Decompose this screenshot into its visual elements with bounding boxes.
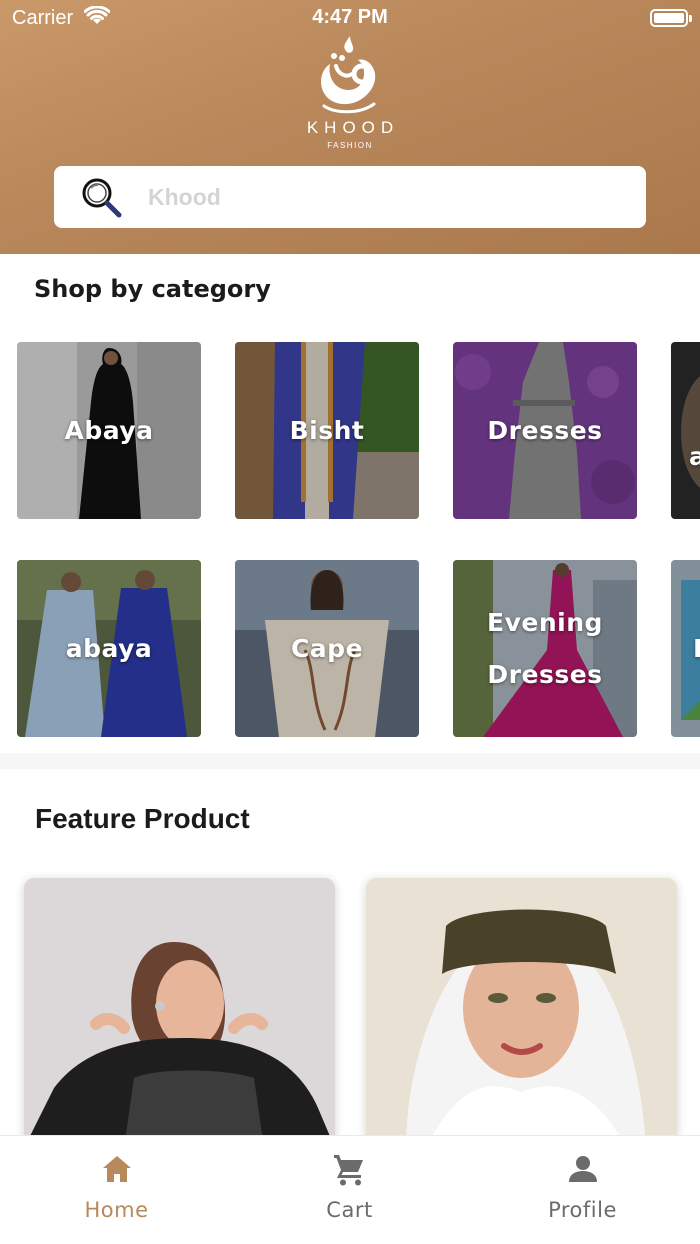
tab-label: Home <box>84 1198 149 1222</box>
product-image <box>24 878 335 1148</box>
category-label: a <box>689 442 700 471</box>
tab-label: Cart <box>326 1198 373 1222</box>
battery-icon <box>650 9 692 27</box>
category-label: Abaya <box>64 416 154 445</box>
product-card[interactable] <box>24 878 335 1148</box>
category-label: abaya <box>65 634 153 663</box>
cart-icon <box>334 1155 363 1186</box>
category-tile-dresses[interactable]: Dresses <box>453 342 637 519</box>
product-image <box>366 878 677 1148</box>
category-tile-cape[interactable]: Cape <box>235 560 419 737</box>
tab-bar: Home Cart Profile <box>0 1135 700 1244</box>
tab-profile[interactable]: Profile <box>466 1136 699 1244</box>
category-section-title: Shop by category <box>34 275 271 303</box>
search-bar[interactable] <box>54 166 646 228</box>
category-tile-bisht[interactable]: Bisht <box>235 342 419 519</box>
search-icon <box>82 178 122 218</box>
category-tile-partial-1[interactable]: a <box>671 342 700 519</box>
category-label: Cape <box>290 634 364 663</box>
section-divider <box>0 753 700 769</box>
featured-section-title: Feature Product <box>35 803 250 834</box>
brand-name: KHOOD <box>306 118 400 137</box>
category-tile-abaya-2[interactable]: abaya <box>17 560 201 737</box>
category-label: Bisht <box>289 416 365 445</box>
search-input[interactable] <box>148 178 618 216</box>
profile-icon <box>569 1156 597 1182</box>
tab-label: Profile <box>548 1198 617 1222</box>
status-bar: Carrier 4:47 PM <box>0 0 700 36</box>
product-card[interactable] <box>366 878 677 1148</box>
category-label-line-2: Dresses <box>487 660 603 689</box>
brand-tagline: FASHION <box>327 141 373 150</box>
category-label: Evening <box>487 608 603 637</box>
app-screen: Carrier 4:47 PM KHOOD FASHION Khood Shop… <box>0 0 700 1244</box>
logo-mark-icon <box>321 36 376 114</box>
tab-cart[interactable]: Cart <box>233 1136 466 1244</box>
category-tile-partial-2[interactable]: H <box>671 560 700 737</box>
category-label: H <box>693 623 700 675</box>
category-tile-evening-dresses[interactable]: Evening Dresses <box>453 560 637 737</box>
category-tile-abaya[interactable]: Abaya <box>17 342 201 519</box>
header: Carrier 4:47 PM KHOOD FASHION Khood <box>0 0 700 254</box>
tab-home[interactable]: Home <box>0 1136 233 1244</box>
home-icon <box>103 1156 131 1182</box>
brand-logo: KHOOD FASHION <box>300 34 400 154</box>
status-time: 4:47 PM <box>312 6 388 28</box>
battery-level <box>654 13 684 23</box>
category-label: Dresses <box>487 416 603 445</box>
